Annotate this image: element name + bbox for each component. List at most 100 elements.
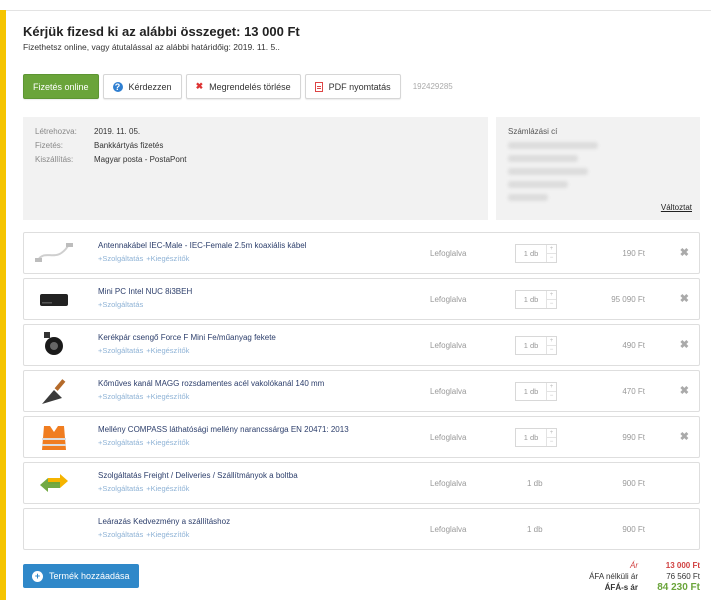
product-info: Leárazás Kedvezmény a szállításhoz +Szolg…	[98, 517, 230, 539]
remove-item-icon[interactable]: ✖	[680, 246, 689, 259]
add-accessories-link[interactable]: +Kiegészítők	[146, 392, 189, 401]
gross-total-row: ÁFÁ-s ár 84 230 Ft	[570, 582, 700, 593]
add-accessories-link[interactable]: +Kiegészítők	[146, 484, 189, 493]
order-item-row: Szolgáltatás Freight / Deliveries / Szál…	[23, 462, 700, 504]
decrease-quantity-button[interactable]: −	[547, 253, 556, 262]
increase-quantity-button[interactable]: +	[547, 291, 556, 299]
blurred-address-line	[508, 155, 578, 162]
product-info: Antennakábel IEC-Male - IEC-Female 2.5m …	[98, 241, 307, 263]
product-extra-links: +Szolgáltatás +Kiegészítők	[98, 438, 349, 447]
product-info: Mellény COMPASS láthatósági mellény nara…	[98, 425, 349, 447]
add-service-link[interactable]: +Szolgáltatás	[98, 392, 143, 401]
net-label: ÁFA nélküli ár	[589, 572, 638, 581]
pdf-print-button[interactable]: PDF nyomtatás	[304, 74, 401, 99]
billing-address-panel: Számlázási cí Változtat	[496, 117, 700, 220]
product-info: Kerékpár csengő Force F Mini Fe/műanyag …	[98, 333, 276, 355]
page-title: Kérjük fizesd ki az alábbi összeget: 13 …	[23, 24, 300, 39]
product-name[interactable]: Mini PC Intel NUC 8i3BEH	[98, 287, 192, 296]
payment-deadline-text: Fizethetsz online, vagy átutalással az a…	[23, 42, 280, 52]
top-divider	[6, 10, 711, 11]
product-name[interactable]: Szolgáltatás Freight / Deliveries / Szál…	[98, 471, 298, 480]
add-service-link[interactable]: +Szolgáltatás	[98, 300, 143, 309]
order-items-list: Antennakábel IEC-Male - IEC-Female 2.5m …	[23, 232, 700, 554]
ask-label: Kérdezzen	[128, 81, 172, 92]
decrease-quantity-button[interactable]: −	[547, 299, 556, 308]
bell-icon	[28, 326, 80, 364]
add-accessories-link[interactable]: +Kiegészítők	[146, 254, 189, 263]
add-service-link[interactable]: +Szolgáltatás	[98, 484, 143, 493]
product-name[interactable]: Antennakábel IEC-Male - IEC-Female 2.5m …	[98, 241, 307, 250]
add-service-link[interactable]: +Szolgáltatás	[98, 438, 143, 447]
product-name[interactable]: Leárazás Kedvezmény a szállításhoz	[98, 517, 230, 526]
item-price: 190 Ft	[622, 249, 645, 258]
item-price: 990 Ft	[622, 433, 645, 442]
action-bar: Fizetés online ? Kérdezzen ✖ Megrendelés…	[23, 74, 453, 99]
increase-quantity-button[interactable]: +	[547, 383, 556, 391]
quantity-stepper[interactable]: 1 db + −	[515, 428, 557, 447]
increase-quantity-button[interactable]: +	[547, 245, 556, 253]
trowel-icon	[28, 372, 80, 410]
product-extra-links: +Szolgáltatás	[98, 300, 192, 309]
remove-item-icon[interactable]: ✖	[680, 338, 689, 351]
price-value: 13 000 Ft	[665, 561, 700, 570]
decrease-quantity-button[interactable]: −	[547, 345, 556, 354]
add-service-link[interactable]: +Szolgáltatás	[98, 530, 143, 539]
remove-item-icon[interactable]: ✖	[680, 430, 689, 443]
item-price: 900 Ft	[622, 479, 645, 488]
accent-side-bar	[0, 10, 6, 600]
quantity-value: 1 db	[523, 295, 539, 304]
add-accessories-link[interactable]: +Kiegészítők	[146, 346, 189, 355]
order-item-row: Antennakábel IEC-Male - IEC-Female 2.5m …	[23, 232, 700, 274]
change-billing-link[interactable]: Változtat	[661, 203, 692, 212]
remove-item-icon[interactable]: ✖	[680, 384, 689, 397]
pdf-icon	[314, 81, 323, 92]
quantity-value: 1 db	[523, 387, 539, 396]
created-label: Létrehozva:	[35, 127, 77, 136]
price-label: Ár	[630, 561, 638, 570]
cancel-order-button[interactable]: ✖ Megrendelés törlése	[185, 74, 301, 99]
decrease-quantity-button[interactable]: −	[547, 437, 556, 446]
price-total-row: Ár 13 000 Ft	[570, 560, 700, 571]
order-item-row: Mellény COMPASS láthatósági mellény nara…	[23, 416, 700, 458]
delivery-label: Kiszállítás:	[35, 155, 74, 164]
blurred-address-line	[508, 194, 548, 201]
pdf-print-label: PDF nyomtatás	[328, 81, 391, 92]
order-info-panel: Létrehozva: 2019. 11. 05. Fizetés: Bankk…	[23, 117, 488, 220]
gross-value: 84 230 Ft	[657, 582, 700, 593]
increase-quantity-button[interactable]: +	[547, 337, 556, 345]
created-value: 2019. 11. 05.	[94, 127, 141, 136]
product-name[interactable]: Kőműves kanál MAGG rozsdamentes acél vak…	[98, 379, 324, 388]
remove-item-icon[interactable]: ✖	[680, 292, 689, 305]
decrease-quantity-button[interactable]: −	[547, 391, 556, 400]
add-accessories-link[interactable]: +Kiegészítők	[146, 438, 189, 447]
reservation-status: Lefoglalva	[430, 433, 467, 442]
product-extra-links: +Szolgáltatás +Kiegészítők	[98, 392, 324, 401]
quantity-stepper[interactable]: 1 db + −	[515, 244, 557, 263]
quantity-stepper[interactable]: 1 db + −	[515, 336, 557, 355]
add-product-button[interactable]: + Termék hozzáadása	[23, 564, 139, 588]
add-product-label: Termék hozzáadása	[49, 571, 130, 581]
add-service-link[interactable]: +Szolgáltatás	[98, 346, 143, 355]
add-accessories-link[interactable]: +Kiegészítők	[146, 530, 189, 539]
product-extra-links: +Szolgáltatás +Kiegészítők	[98, 346, 276, 355]
question-icon: ?	[112, 81, 123, 92]
quantity-stepper[interactable]: 1 db + −	[515, 382, 557, 401]
pay-online-button[interactable]: Fizetés online	[23, 74, 99, 99]
reservation-status: Lefoglalva	[430, 295, 467, 304]
product-name[interactable]: Kerékpár csengő Force F Mini Fe/műanyag …	[98, 333, 276, 342]
quantity-value: 1 db	[523, 341, 539, 350]
empty-product-image	[28, 510, 80, 548]
ask-question-button[interactable]: ? Kérdezzen	[102, 74, 182, 99]
add-service-link[interactable]: +Szolgáltatás	[98, 254, 143, 263]
blurred-address-line	[508, 181, 568, 188]
reservation-status: Lefoglalva	[430, 341, 467, 350]
quantity-arrows: + −	[546, 291, 556, 308]
product-extra-links: +Szolgáltatás +Kiegészítők	[98, 254, 307, 263]
cancel-order-label: Megrendelés törlése	[209, 81, 291, 92]
order-item-row: Mini PC Intel NUC 8i3BEH +Szolgáltatás Lef…	[23, 278, 700, 320]
product-name[interactable]: Mellény COMPASS láthatósági mellény nara…	[98, 425, 349, 434]
product-extra-links: +Szolgáltatás +Kiegészítők	[98, 484, 298, 493]
order-totals: Ár 13 000 Ft ÁFA nélküli ár 76 560 Ft ÁF…	[570, 560, 700, 593]
quantity-stepper[interactable]: 1 db + −	[515, 290, 557, 309]
increase-quantity-button[interactable]: +	[547, 429, 556, 437]
